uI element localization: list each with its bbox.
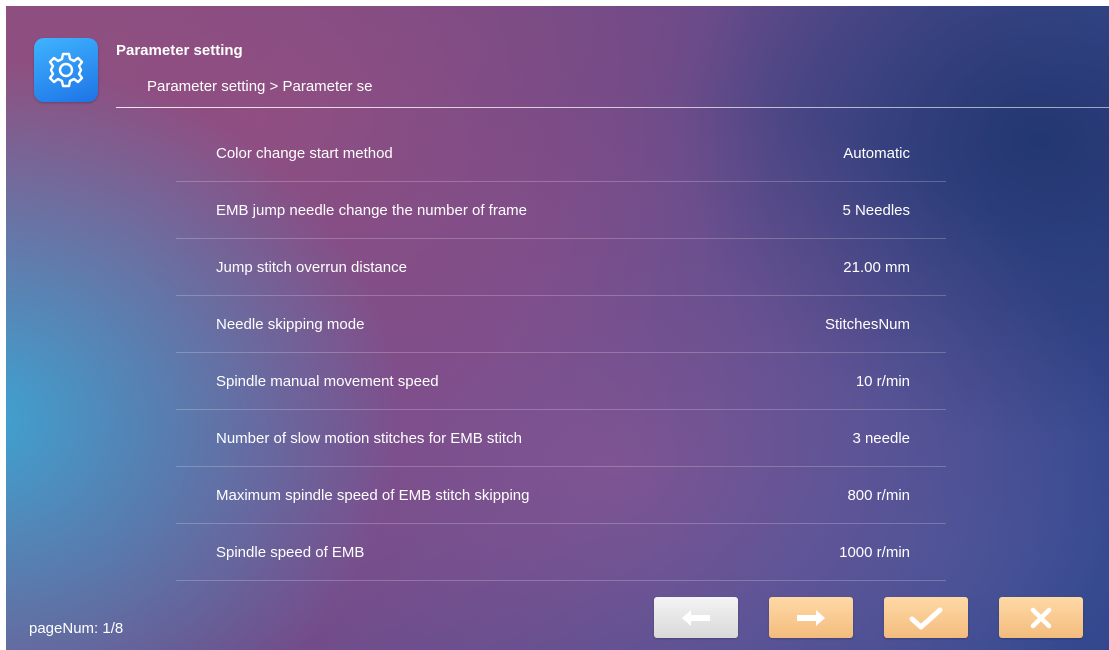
param-row-jump-stitch-overrun-distance[interactable]: Jump stitch overrun distance 21.00 mm [176, 239, 946, 296]
confirm-button[interactable] [884, 597, 968, 638]
arrow-right-icon [797, 609, 825, 626]
param-value[interactable]: 21.00 mm [843, 259, 910, 276]
close-icon [1030, 607, 1052, 628]
param-row-spindle-manual-speed[interactable]: Spindle manual movement speed 10 r/min [176, 353, 946, 410]
param-label: Maximum spindle speed of EMB stitch skip… [216, 487, 530, 504]
gear-icon [48, 52, 84, 88]
arrow-left-icon [682, 609, 710, 626]
param-row-jump-needle-change-frame[interactable]: EMB jump needle change the number of fra… [176, 182, 946, 239]
param-value[interactable]: StitchesNum [825, 316, 910, 333]
header-divider [116, 107, 1109, 108]
param-label: Spindle manual movement speed [216, 373, 439, 390]
param-label: Color change start method [216, 145, 393, 162]
param-value[interactable]: 800 r/min [847, 487, 910, 504]
param-value[interactable]: 3 needle [852, 430, 910, 447]
param-row-slow-motion-stitches[interactable]: Number of slow motion stitches for EMB s… [176, 410, 946, 467]
breadcrumb: Parameter setting > Parameter se [147, 78, 373, 95]
param-label: Jump stitch overrun distance [216, 259, 407, 276]
page-number: pageNum: 1/8 [29, 620, 124, 637]
param-row-spindle-speed-emb[interactable]: Spindle speed of EMB 1000 r/min [176, 524, 946, 581]
next-page-button[interactable] [769, 597, 853, 638]
parameter-list: Color change start method Automatic EMB … [176, 125, 946, 581]
param-value[interactable]: 1000 r/min [839, 544, 910, 561]
check-icon [909, 607, 943, 629]
window-edge-left [0, 0, 6, 650]
param-label: Number of slow motion stitches for EMB s… [216, 430, 522, 447]
prev-page-button[interactable] [654, 597, 738, 638]
param-value[interactable]: 5 Needles [842, 202, 910, 219]
param-value[interactable]: Automatic [843, 145, 910, 162]
param-row-needle-skipping-mode[interactable]: Needle skipping mode StitchesNum [176, 296, 946, 353]
param-label: EMB jump needle change the number of fra… [216, 202, 528, 219]
param-label: Needle skipping mode [216, 316, 365, 333]
param-row-max-spindle-speed-skipping[interactable]: Maximum spindle speed of EMB stitch skip… [176, 467, 946, 524]
app-icon [34, 38, 98, 102]
cancel-button[interactable] [999, 597, 1083, 638]
page-title: Parameter setting [116, 42, 243, 59]
param-row-color-change-start-method[interactable]: Color change start method Automatic [176, 125, 946, 182]
param-value[interactable]: 10 r/min [856, 373, 910, 390]
window-edge-top [0, 0, 1109, 6]
param-label: Spindle speed of EMB [216, 544, 365, 561]
